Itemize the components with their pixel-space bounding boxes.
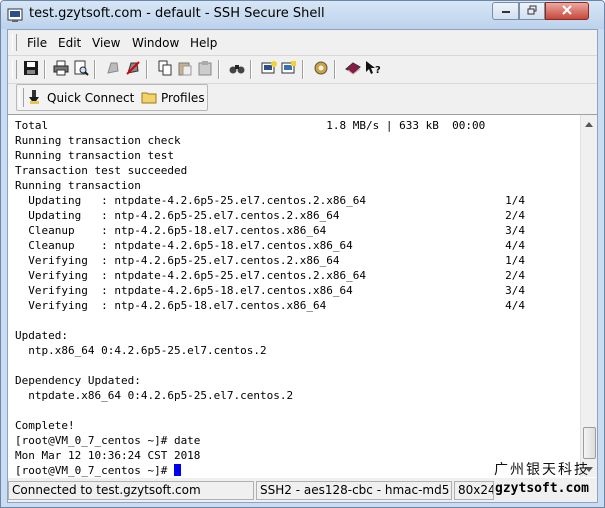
print-preview-icon	[73, 60, 89, 79]
close-icon	[562, 4, 572, 18]
terminal-line: Running transaction	[15, 179, 141, 192]
restore-icon	[527, 4, 537, 18]
menu-window[interactable]: Window	[132, 36, 179, 50]
save-button[interactable]	[22, 60, 40, 78]
profiles-label: Profiles	[161, 91, 205, 105]
arrow-up-icon	[585, 116, 593, 130]
quick-connect-button[interactable]: Quick Connect	[27, 89, 134, 107]
menu-grip[interactable]	[12, 34, 17, 51]
terminal-line: ntpdate.x86_64 0:4.2.6p5-25.el7.centos.2	[28, 389, 294, 402]
terminal-line: Updating : ntp-4.2.6p5-25.el7.centos.2.x…	[28, 209, 525, 222]
menu-help[interactable]: Help	[190, 36, 217, 50]
menu-edit[interactable]: Edit	[58, 36, 81, 50]
context-help-button[interactable]: ?	[364, 60, 382, 78]
toolbar-separator	[302, 60, 304, 79]
window-title: test.gzytsoft.com - default - SSH Secure…	[29, 6, 325, 21]
disconnect-icon	[105, 60, 121, 79]
terminal-line: Verifying : ntpdate-4.2.6p5-18.el7.cento…	[28, 284, 525, 297]
paste-icon	[177, 60, 193, 79]
paste-alt-button[interactable]	[196, 60, 214, 78]
terminal-cursor	[173, 464, 181, 476]
reconnect-button[interactable]	[124, 60, 142, 78]
title-bar[interactable]: test.gzytsoft.com - default - SSH Secure…	[1, 1, 604, 29]
reconnect-icon	[125, 60, 141, 79]
terminal-line: Updating : ntpdate-4.2.6p5-25.el7.centos…	[28, 194, 525, 207]
terminal-line: Transaction test succeeded	[15, 164, 188, 177]
copy-icon	[157, 60, 173, 79]
disconnect-button[interactable]	[104, 60, 122, 78]
context-help-icon: ?	[365, 60, 381, 79]
new-file-transfer-button[interactable]	[280, 60, 298, 78]
watermark-company: 广州银天科技	[494, 462, 590, 478]
profile-bar: Quick Connect Profiles	[8, 84, 597, 113]
menu-bar: File Edit View Window Help	[8, 30, 597, 56]
terminal-line: ntp.x86_64 0:4.2.6p5-25.el7.centos.2	[28, 344, 267, 357]
toolbar-separator	[218, 60, 220, 79]
help-topics-icon	[345, 60, 361, 79]
terminal-line: Verifying : ntpdate-4.2.6p5-25.el7.cento…	[28, 269, 525, 282]
terminal-line: Complete!	[15, 419, 75, 432]
toolbar-separator	[334, 60, 336, 79]
print-preview-button[interactable]	[72, 60, 90, 78]
folder-icon	[141, 89, 157, 108]
terminal-line: Dependency Updated:	[15, 374, 141, 387]
client-area: File Edit View Window Help ? Quick Conne…	[7, 29, 598, 503]
terminal-line: Total 1.8 MB/s | 633 kB 00:00	[15, 119, 486, 132]
terminal-lines: Total 1.8 MB/s | 633 kB 00:00 Running tr…	[15, 119, 525, 462]
terminal-line: Verifying : ntp-4.2.6p5-25.el7.centos.2.…	[28, 254, 525, 267]
menu-view[interactable]: View	[92, 36, 120, 50]
terminal-line: Running transaction test	[15, 149, 174, 162]
profile-bar-group: Quick Connect Profiles	[16, 84, 208, 111]
toolbar-grip[interactable]	[12, 60, 17, 79]
terminal-line: Verifying : ntp-4.2.6p5-18.el7.centos.x8…	[28, 299, 525, 312]
minimize-button[interactable]	[492, 2, 519, 20]
quick-connect-icon	[27, 89, 43, 108]
status-connection: Connected to test.gzytsoft.com	[8, 481, 254, 500]
toolbar: ?	[8, 56, 597, 84]
find-button[interactable]	[228, 60, 246, 78]
scroll-up-button[interactable]	[581, 115, 597, 131]
terminal-line: Mon Mar 12 10:36:24 CST 2018	[15, 449, 201, 462]
new-terminal-button[interactable]	[260, 60, 278, 78]
paste-button[interactable]	[176, 60, 194, 78]
toolbar-separator	[44, 60, 46, 79]
new-file-transfer-icon	[281, 60, 297, 79]
terminal-output: Total 1.8 MB/s | 633 kB 00:00 Running tr…	[15, 118, 525, 478]
svg-text:?: ?	[375, 65, 381, 76]
maximize-button[interactable]	[519, 2, 545, 20]
toolbar-separator	[94, 60, 96, 79]
ssh-app-icon	[7, 7, 23, 23]
find-icon	[229, 60, 245, 79]
terminal-line: Running transaction check	[15, 134, 181, 147]
paste-alt-icon	[197, 60, 213, 79]
save-icon	[23, 60, 39, 79]
quick-connect-label: Quick Connect	[47, 91, 135, 105]
terminal-line: [root@VM_0_7_centos ~]# date	[15, 434, 201, 447]
scrollbar-thumb[interactable]	[583, 427, 596, 459]
watermark: 广州银天科技 gzytsoft.com	[483, 459, 601, 496]
terminal-area[interactable]: Total 1.8 MB/s | 633 kB 00:00 Running tr…	[8, 114, 597, 478]
help-topics-button[interactable]	[344, 60, 362, 78]
toolbar-separator	[250, 60, 252, 79]
status-crypto: SSH2 - aes128-cbc - hmac-md5	[256, 481, 452, 500]
watermark-url: gzytsoft.com	[495, 481, 589, 496]
new-terminal-icon	[261, 60, 277, 79]
terminal-line: Cleanup : ntpdate-4.2.6p5-18.el7.centos.…	[28, 239, 525, 252]
menu-file[interactable]: File	[27, 36, 47, 50]
print-icon	[53, 60, 69, 79]
settings-button[interactable]	[312, 60, 330, 78]
terminal-line: Cleanup : ntp-4.2.6p5-18.el7.centos.x86_…	[28, 224, 525, 237]
toolbar-separator	[146, 60, 148, 79]
copy-button[interactable]	[156, 60, 174, 78]
vertical-scrollbar[interactable]	[580, 115, 597, 477]
terminal-line: Updated:	[15, 329, 68, 342]
close-button[interactable]	[545, 2, 589, 20]
terminal-prompt: [root@VM_0_7_centos ~]#	[15, 464, 174, 477]
print-button[interactable]	[52, 60, 70, 78]
profile-bar-grip[interactable]	[19, 88, 24, 107]
minimize-icon	[501, 4, 511, 18]
profiles-button[interactable]: Profiles	[141, 89, 205, 107]
ssh-client-window: test.gzytsoft.com - default - SSH Secure…	[0, 0, 605, 508]
settings-icon	[313, 60, 329, 79]
